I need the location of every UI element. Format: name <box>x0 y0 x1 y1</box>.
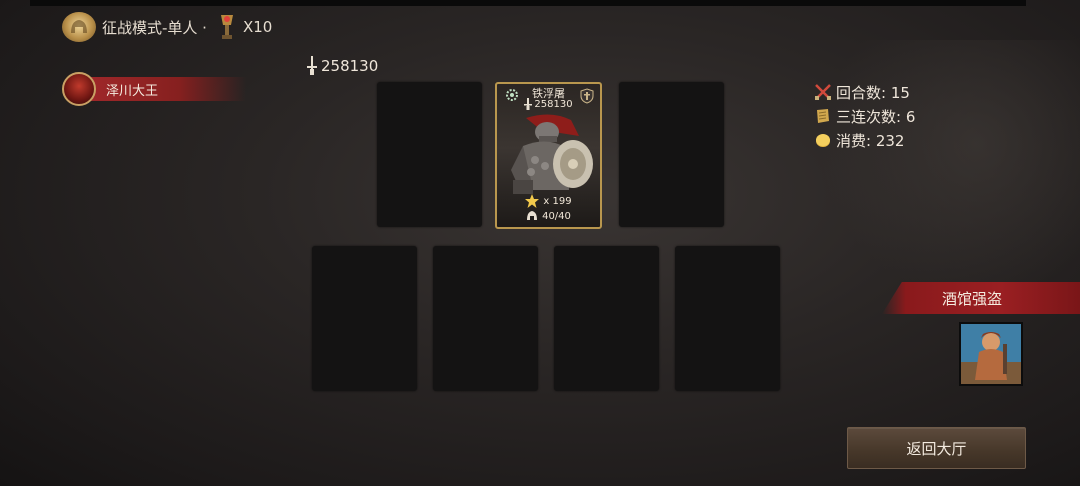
scroll-icon <box>817 109 829 123</box>
golden-helmet-icon <box>62 12 96 42</box>
hero-stars: x 199 <box>497 194 600 208</box>
hero-power-value: 258130 <box>534 98 573 110</box>
total-power: 258130 <box>306 56 378 76</box>
empty-card-slot[interactable] <box>312 246 417 391</box>
cost-label: 消费: 232 <box>836 131 905 150</box>
sword-power-icon <box>307 56 317 75</box>
triple-stat: 三连次数: 6 <box>814 104 915 128</box>
hero-troops: 40/40 <box>497 210 600 222</box>
top-strip <box>30 0 1026 6</box>
gold-coin-icon <box>816 134 830 147</box>
enemy-portrait[interactable] <box>959 322 1023 386</box>
total-power-value: 258130 <box>321 57 379 75</box>
hero-card[interactable]: 铁浮屠 258130 x 199 40/40 <box>495 82 602 229</box>
player-ribbon <box>78 77 246 101</box>
empty-card-slot[interactable] <box>619 82 724 227</box>
shield-icon <box>580 88 594 104</box>
return-lobby-label: 返回大厅 <box>906 439 967 458</box>
triple-label: 三连次数: 6 <box>836 107 916 126</box>
battle-stats: 回合数: 15 三连次数: 6 消费: 232 <box>814 80 915 152</box>
return-lobby-button[interactable]: 返回大厅 <box>847 427 1026 469</box>
mode-label: 征战模式-单人 · <box>102 18 207 37</box>
sword-power-icon <box>524 98 533 110</box>
player-name: 泽川大王 <box>106 83 159 99</box>
bandit-portrait <box>961 324 1021 384</box>
crossed-swords-icon <box>815 84 831 100</box>
armored-knight-portrait <box>511 114 593 194</box>
mode-header: 征战模式-单人 · X10 <box>62 12 272 42</box>
rounds-label: 回合数: 15 <box>836 83 910 102</box>
cost-stat: 消费: 232 <box>814 128 915 152</box>
hero-stars-value: x 199 <box>543 195 572 207</box>
hero-troops-value: 40/40 <box>542 210 571 222</box>
enemy-name: 酒馆强盗 <box>942 290 1003 308</box>
rounds-stat: 回合数: 15 <box>814 80 915 104</box>
multiplier-label: X10 <box>242 18 273 36</box>
background-decoration <box>820 40 1080 300</box>
demon-avatar-icon <box>62 72 96 106</box>
empty-card-slot[interactable] <box>675 246 780 391</box>
empty-card-slot[interactable] <box>377 82 482 227</box>
star-icon <box>525 194 540 208</box>
empty-card-slot[interactable] <box>554 246 659 391</box>
player-tag[interactable]: 泽川大王 <box>62 72 246 106</box>
torch-trophy-icon <box>220 15 233 39</box>
helmet-troops-icon <box>527 211 538 220</box>
empty-card-slot[interactable] <box>433 246 538 391</box>
